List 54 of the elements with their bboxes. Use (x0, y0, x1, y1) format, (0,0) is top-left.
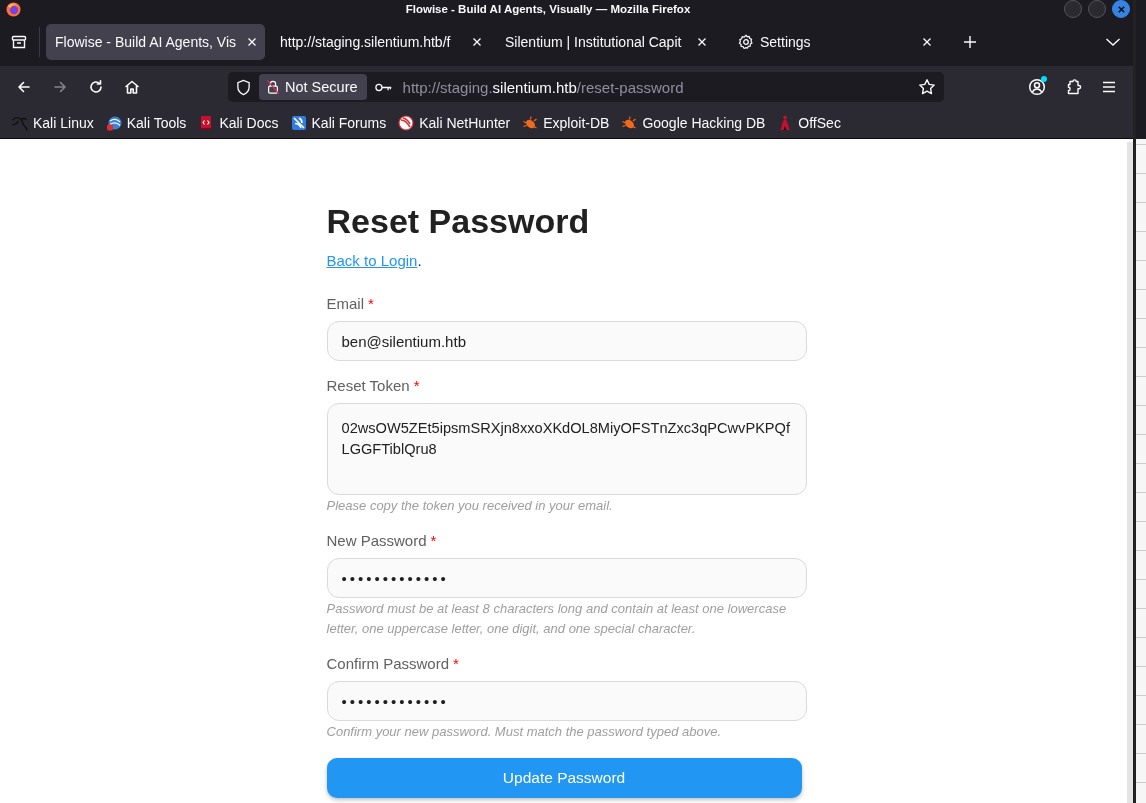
browser-tab[interactable]: Settings (721, 24, 940, 60)
field-label: Reset Token (326, 376, 410, 396)
gear-icon (738, 34, 754, 50)
required-mark: * (430, 531, 437, 551)
browser-tab[interactable]: http://staging.silentium.htb/f (271, 24, 490, 60)
field-hint: Password must be at least 8 characters long and contain at least one lowercase letter, one uppercase letter, one digit, and one special character. (326, 600, 788, 638)
bug-icon (522, 115, 539, 131)
bookmark[interactable]: Kali Tools (101, 111, 191, 135)
email-field[interactable]: ben@silentium.htb (326, 321, 807, 361)
address-bar[interactable]: Not Secure http://staging.silentium.htb/reset-password (228, 72, 944, 102)
field-label: New Password (326, 531, 427, 551)
chevron-down-icon[interactable] (1105, 37, 1122, 47)
star-icon[interactable] (918, 78, 936, 96)
scrollbar[interactable] (1127, 142, 1134, 803)
bookmark[interactable]: Exploit-DB (518, 111, 614, 135)
back-link-line: Back to Login. (326, 251, 423, 271)
password-field[interactable]: ••••••••••••• (326, 558, 807, 598)
globe-icon (105, 115, 122, 131)
shield-icon[interactable] (236, 78, 251, 96)
required-mark: * (368, 294, 374, 314)
field-hint: Please copy the token you received in your email. (326, 497, 614, 515)
key-icon[interactable] (373, 81, 393, 93)
bookmark[interactable]: Kali Docs (194, 111, 283, 135)
bookmark[interactable]: Kali NetHunter (394, 111, 515, 135)
close-button[interactable] (1112, 0, 1131, 18)
field-label: Confirm Password (326, 654, 450, 674)
reload-icon[interactable] (87, 78, 105, 96)
password-field[interactable]: ••••••••••••• (326, 681, 807, 721)
account-icon[interactable] (1028, 78, 1047, 96)
browser-tab[interactable]: Silentium | Institutional Capit (496, 24, 715, 60)
page-heading: Reset Password (326, 201, 591, 241)
field-hint: Confirm your new password. Must match the password typed above. (326, 723, 723, 741)
bookmark[interactable]: Google Hacking DB (617, 111, 770, 135)
bookmark[interactable]: Kali Linux (8, 111, 98, 135)
window-title: Flowise - Build AI Agents, Visually — Mozilla Firefox (405, 2, 691, 16)
lock-slash-icon (266, 79, 280, 95)
token-field[interactable]: 02wsOW5ZEt5ipsmSRXjn8xxoXKdOL8MiyOFSTnZxc3qPCwvPKPQfLGGFTiblQru8 (326, 403, 807, 495)
close-icon (1116, 4, 1126, 14)
field-label: Email (326, 294, 365, 314)
browser-tab[interactable]: Flowise - Build AI Agents, Vis (46, 24, 265, 60)
squiggle-icon (12, 115, 28, 131)
home-icon[interactable] (123, 78, 141, 96)
slash-tile-icon (290, 115, 307, 131)
bug-icon (621, 115, 638, 131)
url-text: http://staging.silentium.htb/reset-password (402, 78, 684, 96)
firefox-logo-icon (6, 1, 21, 17)
bookmark[interactable]: OffSec (773, 111, 845, 135)
plus-icon[interactable] (963, 35, 977, 49)
bookmark[interactable]: Kali Forums (286, 111, 391, 135)
security-button[interactable]: Not Secure (259, 74, 367, 100)
required-mark: * (413, 376, 420, 396)
required-mark: * (453, 654, 459, 674)
striped-disc-icon (398, 115, 415, 131)
box-icon[interactable] (10, 33, 28, 51)
